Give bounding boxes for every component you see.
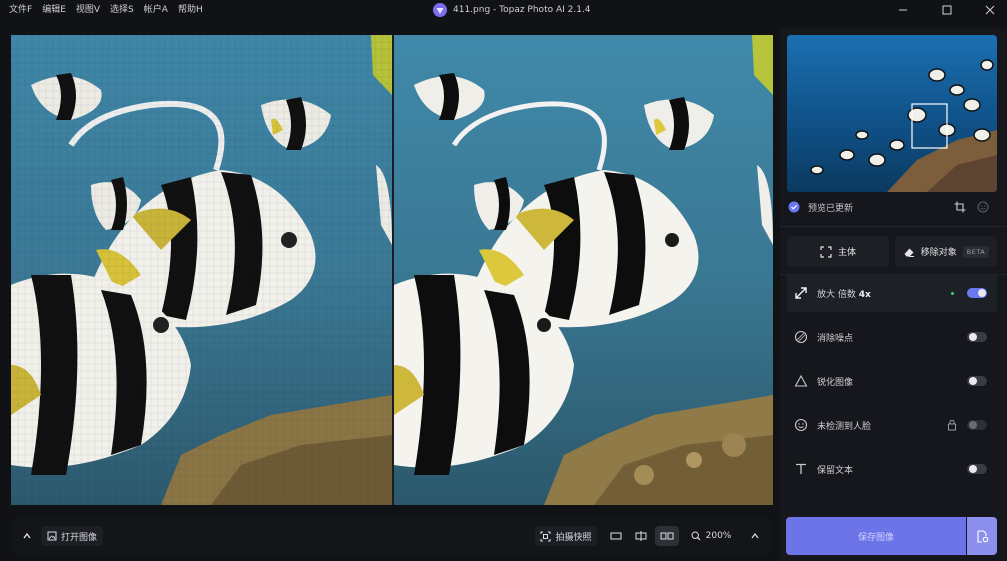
menu-account[interactable]: 帐户A: [139, 0, 173, 20]
beta-badge: BETA: [962, 245, 990, 258]
bottom-toolbar: 打开图像 拍摄快照 200%: [11, 518, 773, 554]
minimize-button[interactable]: [880, 0, 926, 20]
open-image-button[interactable]: 打开图像: [41, 526, 103, 546]
navigator-preview[interactable]: [787, 35, 997, 192]
preserve-text-feature[interactable]: 保留文本: [787, 450, 997, 488]
subject-select-icon: [820, 245, 832, 258]
export-settings-button[interactable]: [967, 517, 997, 555]
open-image-label: 打开图像: [60, 532, 97, 543]
camera-snapshot-icon: [540, 531, 551, 541]
zoom-control[interactable]: 200%: [687, 526, 735, 546]
face-recovery-toggle: [967, 420, 987, 430]
text-icon: [794, 462, 808, 476]
maximize-button[interactable]: [924, 0, 970, 20]
split-view-button[interactable]: [630, 526, 652, 546]
subject-label: 主体: [837, 248, 856, 258]
save-image-button[interactable]: 保存图像: [786, 517, 966, 555]
triangle-sharpen-icon: [794, 374, 808, 388]
window-title-text: 411.png - Topaz Photo AI 2.1.4: [453, 5, 591, 15]
face-recovery-label: 未检测到人脸: [817, 421, 872, 432]
side-by-side-view-button[interactable]: [655, 526, 679, 546]
zoom-level: 200%: [705, 531, 732, 541]
sharpen-label: 锐化图像: [817, 377, 854, 388]
toggle-knob: [969, 465, 977, 473]
menu-help[interactable]: 帮助H: [173, 0, 208, 20]
right-panel: 预览已更新 主体 移除对象 BETA 放大 倍数 4x 消除噪点 锐化图像 未检…: [780, 28, 1007, 561]
chevron-up-icon: [23, 532, 31, 539]
toggle-knob: [978, 289, 986, 297]
enhanced-image-pane: [394, 35, 773, 505]
panel-divider: [780, 226, 1007, 227]
zoom-menu-button[interactable]: [745, 526, 765, 546]
snapshot-button[interactable]: 拍摄快照: [535, 526, 597, 546]
preview-status-text: 预览已更新: [808, 203, 854, 214]
sharpen-feature[interactable]: 锐化图像: [787, 362, 997, 400]
toggle-knob: [969, 377, 977, 385]
close-icon: [985, 5, 995, 15]
preserve-text-label: 保留文本: [817, 465, 854, 476]
active-indicator-dot: [951, 292, 954, 295]
denoise-icon: [794, 330, 808, 344]
snapshot-label: 拍摄快照: [555, 532, 592, 543]
subject-button[interactable]: 主体: [787, 236, 889, 267]
menu-select[interactable]: 选择S: [105, 0, 139, 20]
maximize-icon: [942, 5, 952, 15]
lock-icon: [947, 419, 957, 434]
upscale-toggle[interactable]: [967, 288, 987, 298]
face-icon: [794, 418, 808, 432]
preview-status-row: 预览已更新: [787, 196, 997, 218]
topaz-logo-icon: [433, 3, 447, 17]
save-image-label: 保存图像: [857, 532, 894, 543]
denoise-toggle[interactable]: [967, 332, 987, 342]
menu-edit[interactable]: 编辑E: [37, 0, 71, 20]
denoise-feature[interactable]: 消除噪点: [787, 318, 997, 356]
side-by-side-icon: [660, 532, 674, 540]
close-button[interactable]: [967, 0, 1007, 20]
image-canvas[interactable]: [11, 35, 773, 505]
sharpen-toggle[interactable]: [967, 376, 987, 386]
upscale-feature[interactable]: 放大 倍数 4x: [787, 274, 997, 312]
toggle-knob: [969, 421, 977, 429]
original-image-pane: [11, 35, 392, 505]
face-preview-button[interactable]: [977, 201, 989, 216]
preserve-text-toggle[interactable]: [967, 464, 987, 474]
enhanced-fish-image: [394, 35, 773, 505]
original-fish-image: [11, 35, 392, 505]
minimize-icon: [899, 9, 907, 11]
crop-icon: [954, 201, 966, 213]
split-view-icon: [635, 531, 647, 541]
title-bar: 文件F 编辑E 视图V 选择S 帐户A 帮助H 411.png - Topaz …: [0, 0, 1007, 20]
upscale-label: 放大 倍数 4x: [817, 289, 871, 300]
upscale-arrow-icon: [794, 286, 808, 300]
face-recovery-feature: 未检测到人脸: [787, 406, 997, 444]
denoise-label: 消除噪点: [817, 333, 854, 344]
smiley-icon: [977, 201, 989, 213]
single-view-icon: [610, 532, 622, 540]
collapse-button[interactable]: [17, 526, 37, 546]
chevron-up-icon: [751, 533, 759, 539]
check-circle-icon: [788, 201, 800, 213]
file-settings-icon: [976, 529, 988, 543]
menu-bar: 文件F 编辑E 视图V 选择S 帐户A 帮助H: [4, 0, 208, 20]
remove-object-button[interactable]: 移除对象 BETA: [895, 236, 997, 267]
image-icon: [47, 531, 57, 541]
zoom-icon: [691, 531, 701, 541]
single-view-button[interactable]: [605, 526, 627, 546]
eraser-icon: [904, 248, 914, 257]
navigator-thumbnail: [787, 35, 997, 192]
toggle-knob: [969, 333, 977, 341]
menu-view[interactable]: 视图V: [71, 0, 105, 20]
upscale-factor: 4x: [858, 289, 871, 300]
menu-file[interactable]: 文件F: [4, 0, 37, 20]
crop-button[interactable]: [954, 201, 966, 216]
window-title: 411.png - Topaz Photo AI 2.1.4: [433, 2, 591, 18]
remove-object-label: 移除对象: [920, 248, 957, 258]
